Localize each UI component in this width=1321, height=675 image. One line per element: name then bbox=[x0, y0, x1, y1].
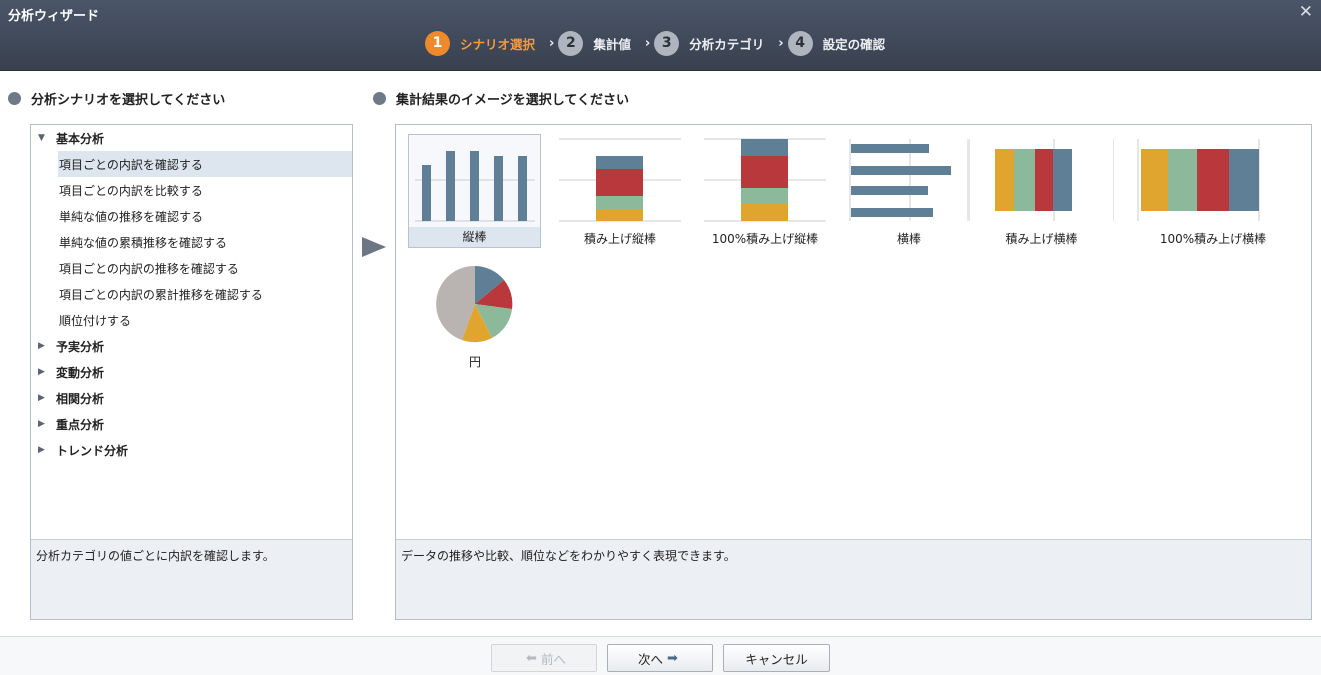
tree-group-label: 相関分析 bbox=[56, 391, 105, 406]
chart-type-panel: 縦棒 積み上げ縦棒 100%積み上げ縦棒 横棒 積み上げ横棒 100%積み上げ横… bbox=[395, 124, 1312, 620]
cancel-button-label: キャンセル bbox=[745, 651, 808, 667]
bullet-icon bbox=[373, 92, 386, 105]
step-number: 3 bbox=[654, 30, 680, 56]
scenario-description: 分析カテゴリの値ごとに内訳を確認します。 bbox=[31, 539, 352, 619]
scenario-tree: ▼ 基本分析 項目ごとの内訳を確認する 項目ごとの内訳を比較する 単純な値の推移… bbox=[31, 125, 352, 539]
column-chart-icon bbox=[415, 151, 535, 222]
tree-group-label: トレンド分析 bbox=[56, 443, 129, 458]
chart-tile-label: 縦棒 bbox=[409, 227, 540, 247]
scenario-panel: ▼ 基本分析 項目ごとの内訳を確認する 項目ごとの内訳を比較する 単純な値の推移… bbox=[30, 124, 353, 620]
tree-item[interactable]: 順位付けする bbox=[31, 307, 352, 333]
step-indicator: 1 シナリオ選択 › 2 集計値 › 3 分析カテゴリ › 4 設定の確認 bbox=[425, 30, 885, 56]
stacked-100-column-chart-icon bbox=[704, 138, 826, 222]
section-title-text: 分析シナリオを選択してください bbox=[31, 93, 226, 108]
triangle-right-icon: ▶ bbox=[38, 341, 45, 351]
triangle-down-icon: ▼ bbox=[38, 133, 45, 143]
bar-chart-icon bbox=[849, 139, 969, 221]
tree-item[interactable]: 項目ごとの内訳の推移を確認する bbox=[31, 255, 352, 281]
next-button-label: 次へ bbox=[638, 651, 664, 667]
tree-group-label: 予実分析 bbox=[56, 339, 105, 354]
chart-description: データの推移や比較、順位などをわかりやすく表現できます。 bbox=[396, 539, 1311, 619]
prev-button[interactable]: ⬅ 前へ bbox=[491, 644, 597, 672]
cancel-button[interactable]: キャンセル bbox=[723, 644, 830, 672]
chart-tile-label: 100%積み上げ縦棒 bbox=[711, 232, 819, 246]
step-label: 分析カテゴリ bbox=[689, 36, 765, 52]
tree-item[interactable]: 項目ごとの内訳を確認する bbox=[31, 151, 352, 177]
chevron-right-icon: › bbox=[644, 35, 651, 51]
tree-item[interactable]: 項目ごとの内訳の累計推移を確認する bbox=[31, 281, 352, 307]
step-number: 1 bbox=[425, 30, 450, 56]
window-title: 分析ウィザード bbox=[8, 9, 100, 24]
tree-group-basic-analysis[interactable]: ▼ 基本分析 bbox=[31, 125, 352, 151]
arrow-right-icon bbox=[362, 237, 386, 257]
step-analysis-category[interactable]: 3 分析カテゴリ bbox=[654, 30, 765, 56]
tree-group-collapsed[interactable]: ▶ 重点分析 bbox=[31, 411, 352, 437]
stacked-100-bar-chart-icon bbox=[1137, 139, 1260, 221]
arrow-right-icon: ➡ bbox=[667, 650, 678, 666]
chart-tile-label: 横棒 bbox=[896, 232, 921, 246]
triangle-right-icon: ▶ bbox=[38, 445, 45, 455]
tree-group-collapsed[interactable]: ▶ 予実分析 bbox=[31, 333, 352, 359]
chart-tile-label: 積み上げ横棒 bbox=[1005, 232, 1078, 246]
step-label: 設定の確認 bbox=[822, 36, 886, 52]
tree-group-label: 基本分析 bbox=[56, 131, 105, 146]
tree-item[interactable]: 単純な値の累積推移を確認する bbox=[31, 229, 352, 255]
prev-button-label: 前へ bbox=[540, 651, 566, 667]
chart-section-title: 集計結果のイメージを選択してください bbox=[373, 89, 629, 108]
triangle-right-icon: ▶ bbox=[38, 393, 45, 403]
close-icon[interactable]: ✕ bbox=[1299, 2, 1313, 22]
tree-group-label: 重点分析 bbox=[56, 417, 105, 432]
stacked-bar-chart-icon bbox=[969, 139, 1114, 221]
step-number: 4 bbox=[787, 30, 813, 56]
bullet-icon bbox=[8, 92, 21, 105]
tree-item-label: 項目ごとの内訳の累計推移を確認する bbox=[59, 287, 263, 302]
chart-tile-stacked-bar[interactable]: 積み上げ横棒 bbox=[969, 134, 1114, 248]
tree-item[interactable]: 項目ごとの内訳を比較する bbox=[31, 177, 352, 203]
stacked-column-chart-icon bbox=[559, 138, 681, 222]
chart-tile-stacked-100-column[interactable]: 100%積み上げ縦棒 bbox=[704, 134, 826, 248]
tree-group-collapsed[interactable]: ▶ トレンド分析 bbox=[31, 437, 352, 463]
tree-group-collapsed[interactable]: ▶ 変動分析 bbox=[31, 359, 352, 385]
chevron-right-icon: › bbox=[549, 35, 555, 51]
chart-tile-stacked-100-bar[interactable]: 100%積み上げ横棒 bbox=[1128, 134, 1298, 248]
chevron-right-icon: › bbox=[778, 35, 784, 51]
arrow-left-icon: ⬅ bbox=[526, 650, 537, 666]
triangle-right-icon: ▶ bbox=[38, 367, 45, 377]
step-scenario-select[interactable]: 1 シナリオ選択 bbox=[425, 30, 536, 56]
tree-group-label: 変動分析 bbox=[56, 365, 105, 380]
step-number: 2 bbox=[558, 30, 584, 56]
step-label: シナリオ選択 bbox=[460, 36, 536, 52]
pie-chart-icon bbox=[436, 265, 513, 343]
chart-tile-stacked-column[interactable]: 積み上げ縦棒 bbox=[559, 134, 681, 248]
section-title-text: 集計結果のイメージを選択してください bbox=[396, 93, 629, 108]
chart-tile-bar[interactable]: 横棒 bbox=[849, 134, 969, 248]
chart-tile-column[interactable]: 縦棒 bbox=[408, 134, 541, 248]
chart-tile-pie[interactable]: 円 bbox=[428, 260, 522, 370]
step-aggregate-value[interactable]: 2 集計値 bbox=[558, 30, 631, 56]
chart-tile-label: 円 bbox=[468, 355, 481, 369]
chart-tile-label: 100%積み上げ横棒 bbox=[1159, 232, 1267, 246]
tree-item-label: 項目ごとの内訳を比較する bbox=[59, 183, 203, 198]
tree-group-collapsed[interactable]: ▶ 相関分析 bbox=[31, 385, 352, 411]
triangle-right-icon: ▶ bbox=[38, 419, 45, 429]
step-confirm-settings[interactable]: 4 設定の確認 bbox=[787, 30, 886, 56]
tree-item-label: 単純な値の累積推移を確認する bbox=[59, 235, 228, 250]
tree-item[interactable]: 単純な値の推移を確認する bbox=[31, 203, 352, 229]
wizard-header: 分析ウィザード ✕ 1 シナリオ選択 › 2 集計値 › 3 分析カテゴリ › … bbox=[0, 0, 1321, 71]
tree-item-label: 項目ごとの内訳を確認する bbox=[59, 157, 203, 172]
tree-item-label: 順位付けする bbox=[59, 313, 132, 328]
tree-item-label: 単純な値の推移を確認する bbox=[59, 209, 204, 224]
next-button[interactable]: 次へ ➡ bbox=[607, 644, 713, 672]
chart-tile-label: 積み上げ縦棒 bbox=[583, 232, 656, 246]
scenario-section-title: 分析シナリオを選択してください bbox=[8, 89, 225, 108]
step-label: 集計値 bbox=[593, 36, 631, 52]
tree-item-label: 項目ごとの内訳の推移を確認する bbox=[59, 261, 239, 276]
